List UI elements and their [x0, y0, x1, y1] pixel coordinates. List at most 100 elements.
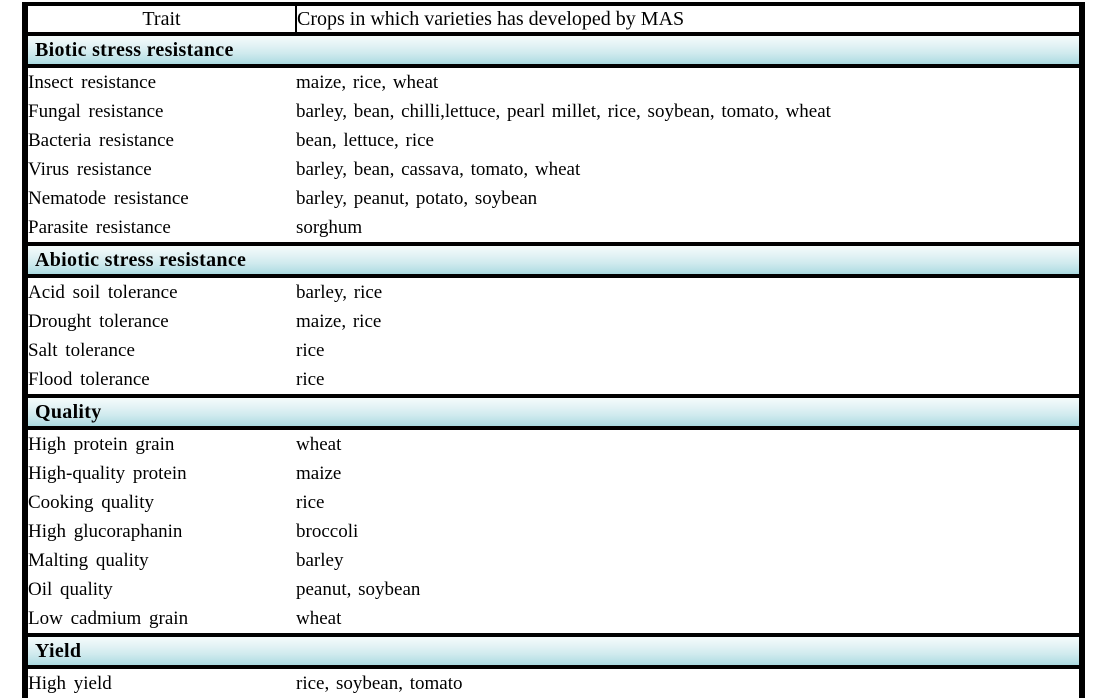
trait-label: Nematode resistance	[28, 188, 189, 209]
cell-trait: Acid soil tolerance	[25, 276, 296, 307]
crops-label: sorghum	[296, 217, 363, 238]
cell-trait: Salt tolerance	[25, 336, 296, 365]
table-row: Fungal resistance barley, bean, chilli,le…	[25, 97, 1082, 126]
cell-crops: rice	[296, 488, 1082, 517]
cell-crops: barley, rice	[296, 276, 1082, 307]
trait-label: Acid soil tolerance	[28, 282, 178, 303]
cell-trait: Parasite resistance	[25, 213, 296, 244]
cell-crops: barley	[296, 546, 1082, 575]
cell-trait: Malting quality	[25, 546, 296, 575]
trait-label: Salt tolerance	[28, 340, 135, 361]
cell-trait: Flood tolerance	[25, 365, 296, 396]
trait-label: Fungal resistance	[28, 101, 164, 122]
section-header-row: Yield	[25, 633, 1082, 669]
table-row: Parasite resistance sorghum	[25, 213, 1082, 244]
table-row: Cooking quality rice	[25, 488, 1082, 517]
cell-trait: Low cadmium grain	[25, 604, 296, 635]
trait-label: Flood tolerance	[28, 369, 150, 390]
cell-crops: wheat	[296, 604, 1082, 635]
table-row: Oil quality peanut, soybean	[25, 575, 1082, 604]
crops-label: wheat	[296, 434, 342, 455]
table-row: Nematode resistance barley, peanut, potat…	[25, 184, 1082, 213]
trait-label: Low cadmium grain	[28, 608, 189, 629]
crops-label: barley	[296, 550, 344, 571]
cell-crops: barley, bean, chilli,lettuce, pearl mill…	[296, 97, 1082, 126]
crops-label: barley, bean, cassava, tomato, wheat	[296, 159, 581, 180]
cell-crops: broccoli	[296, 517, 1082, 546]
cell-trait: Drought tolerance	[25, 307, 296, 336]
table-row: Acid soil tolerance barley, rice	[25, 276, 1082, 307]
table-row: Salt tolerance rice	[25, 336, 1082, 365]
crops-label: maize, rice, wheat	[296, 72, 439, 93]
crops-label: rice	[296, 340, 325, 361]
table-row: Malting quality barley	[25, 546, 1082, 575]
trait-label: Malting quality	[28, 550, 149, 571]
crops-label: rice	[296, 369, 325, 390]
crops-label: broccoli	[296, 521, 359, 542]
section-title: Quality	[25, 394, 1082, 430]
table-row: High-quality protein maize	[25, 459, 1082, 488]
table-row: High glucoraphanin broccoli	[25, 517, 1082, 546]
trait-label: Parasite resistance	[28, 217, 171, 238]
cell-crops: maize, rice	[296, 307, 1082, 336]
cell-crops: rice	[296, 336, 1082, 365]
column-header-crops: Crops in which varieties has developed b…	[296, 4, 1082, 36]
cell-trait: Bacteria resistance	[25, 126, 296, 155]
table-row: Insect resistance maize, rice, wheat	[25, 66, 1082, 97]
table-row: Flood tolerance rice	[25, 365, 1082, 396]
trait-label: Cooking quality	[28, 492, 154, 513]
table-row: Drought tolerance maize, rice	[25, 307, 1082, 336]
table-body: Trait Crops in which varieties has develo…	[25, 4, 1082, 698]
cell-trait: High protein grain	[25, 428, 296, 459]
table-container: Trait Crops in which varieties has develo…	[0, 0, 1097, 698]
cell-trait: Fungal resistance	[25, 97, 296, 126]
section-header-row: Biotic stress resistance	[25, 34, 1082, 68]
cell-trait: High glucoraphanin	[25, 517, 296, 546]
cell-crops: maize	[296, 459, 1082, 488]
crops-label: peanut, soybean	[296, 579, 421, 600]
crops-label: wheat	[296, 608, 342, 629]
cell-crops: bean, lettuce, rice	[296, 126, 1082, 155]
cell-crops: sorghum	[296, 213, 1082, 244]
table-row: High yield rice, soybean, tomato	[25, 667, 1082, 698]
cell-trait: High-quality protein	[25, 459, 296, 488]
trait-label: High-quality protein	[28, 463, 187, 484]
cell-trait: High yield	[25, 667, 296, 698]
cell-trait: Insect resistance	[25, 66, 296, 97]
cell-crops: rice, soybean, tomato	[296, 667, 1082, 698]
trait-label: High protein grain	[28, 434, 175, 455]
trait-label: High glucoraphanin	[28, 521, 183, 542]
table-header-row: Trait Crops in which varieties has develo…	[25, 4, 1082, 36]
crops-label: rice	[296, 492, 325, 513]
trait-label: Bacteria resistance	[28, 130, 174, 151]
table-row: High protein grain wheat	[25, 428, 1082, 459]
section-header-row: Abiotic stress resistance	[25, 242, 1082, 278]
mas-traits-table: Trait Crops in which varieties has develo…	[22, 2, 1085, 698]
cell-crops: wheat	[296, 428, 1082, 459]
cell-trait: Virus resistance	[25, 155, 296, 184]
section-title: Abiotic stress resistance	[25, 242, 1082, 278]
crops-label: maize	[296, 463, 342, 484]
crops-label: rice, soybean, tomato	[296, 673, 463, 694]
cell-crops: barley, bean, cassava, tomato, wheat	[296, 155, 1082, 184]
trait-label: Insect resistance	[28, 72, 157, 93]
section-title: Biotic stress resistance	[25, 34, 1082, 68]
cell-crops: maize, rice, wheat	[296, 66, 1082, 97]
cell-crops: rice	[296, 365, 1082, 396]
cell-crops: peanut, soybean	[296, 575, 1082, 604]
cell-trait: Cooking quality	[25, 488, 296, 517]
crops-label: barley, peanut, potato, soybean	[296, 188, 538, 209]
trait-label: Oil quality	[28, 579, 113, 600]
cell-trait: Nematode resistance	[25, 184, 296, 213]
trait-label: High yield	[28, 673, 112, 694]
crops-label: barley, rice	[296, 282, 383, 303]
section-header-row: Quality	[25, 394, 1082, 430]
table-row: Bacteria resistance bean, lettuce, rice	[25, 126, 1082, 155]
trait-label: Virus resistance	[28, 159, 152, 180]
table-row: Virus resistance barley, bean, cassava, t…	[25, 155, 1082, 184]
cell-crops: barley, peanut, potato, soybean	[296, 184, 1082, 213]
section-title: Yield	[25, 633, 1082, 669]
crops-label: barley, bean, chilli,lettuce, pearl mill…	[296, 101, 831, 122]
crops-label: maize, rice	[296, 311, 382, 332]
cell-trait: Oil quality	[25, 575, 296, 604]
